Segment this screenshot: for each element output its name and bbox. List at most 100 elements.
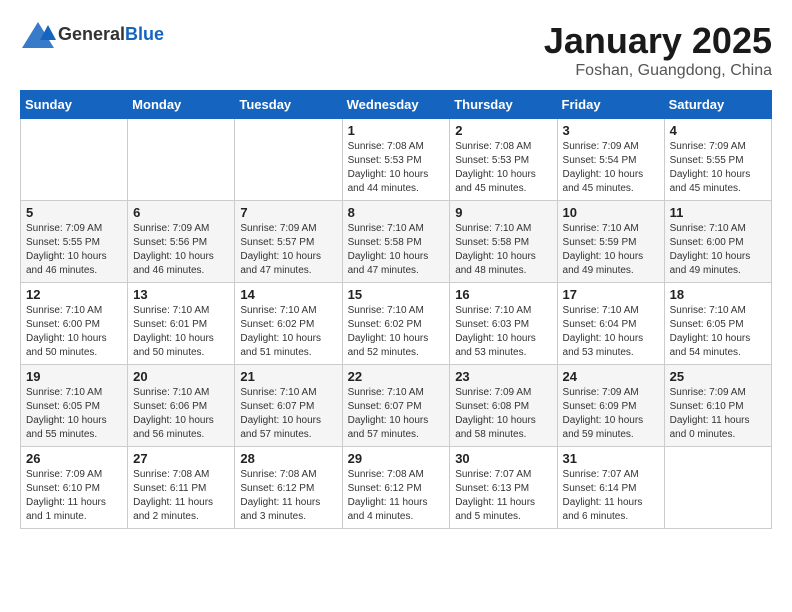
day-info: Sunrise: 7:10 AM Sunset: 6:01 PM Dayligh… — [133, 304, 229, 360]
day-info: Sunrise: 7:09 AM Sunset: 6:10 PM Dayligh… — [26, 468, 122, 524]
day-number: 13 — [133, 287, 229, 302]
calendar-cell: 7 Sunrise: 7:09 AM Sunset: 5:57 PM Daylig… — [235, 201, 342, 283]
day-info: Sunrise: 7:10 AM Sunset: 6:06 PM Dayligh… — [133, 386, 229, 442]
calendar-cell: 5Sunrise: 7:09 AM Sunset: 5:55 PM Daylig… — [21, 201, 128, 283]
calendar-cell: 8 Sunrise: 7:10 AM Sunset: 5:58 PM Daylig… — [342, 201, 450, 283]
day-info: Sunrise: 7:09 AM Sunset: 5:56 PM Dayligh… — [133, 222, 229, 278]
calendar-cell: 3 Sunrise: 7:09 AM Sunset: 5:54 PM Daylig… — [557, 119, 664, 201]
calendar-cell: 23Sunrise: 7:09 AM Sunset: 6:08 PM Dayli… — [450, 365, 557, 447]
weekday-header: Tuesday — [235, 91, 342, 119]
day-number: 24 — [563, 369, 659, 384]
calendar-cell: 17 Sunrise: 7:10 AM Sunset: 6:04 PM Dayli… — [557, 283, 664, 365]
logo-general: General — [58, 24, 125, 44]
logo-blue: Blue — [125, 24, 164, 44]
page-header: GeneralBlue January 2025 Foshan, Guangdo… — [20, 20, 772, 80]
day-info: Sunrise: 7:10 AM Sunset: 6:07 PM Dayligh… — [240, 386, 336, 442]
calendar-cell: 1 Sunrise: 7:08 AM Sunset: 5:53 PM Daylig… — [342, 119, 450, 201]
calendar-week-row: 1 Sunrise: 7:08 AM Sunset: 5:53 PM Daylig… — [21, 119, 772, 201]
day-info: Sunrise: 7:09 AM Sunset: 5:57 PM Dayligh… — [240, 222, 336, 278]
day-number: 26 — [26, 451, 122, 466]
day-info: Sunrise: 7:09 AM Sunset: 6:10 PM Dayligh… — [670, 386, 766, 442]
day-info: Sunrise: 7:10 AM Sunset: 6:00 PM Dayligh… — [26, 304, 122, 360]
weekday-header-row: SundayMondayTuesdayWednesdayThursdayFrid… — [21, 91, 772, 119]
day-number: 20 — [133, 369, 229, 384]
calendar-cell — [21, 119, 128, 201]
day-info: Sunrise: 7:10 AM Sunset: 6:00 PM Dayligh… — [670, 222, 766, 278]
logo-icon — [20, 20, 56, 50]
calendar-cell: 11 Sunrise: 7:10 AM Sunset: 6:00 PM Dayli… — [664, 201, 771, 283]
calendar-cell: 31Sunrise: 7:07 AM Sunset: 6:14 PM Dayli… — [557, 447, 664, 529]
calendar-week-row: 5Sunrise: 7:09 AM Sunset: 5:55 PM Daylig… — [21, 201, 772, 283]
day-info: Sunrise: 7:10 AM Sunset: 6:04 PM Dayligh… — [563, 304, 659, 360]
day-number: 12 — [26, 287, 122, 302]
day-number: 17 — [563, 287, 659, 302]
day-info: Sunrise: 7:10 AM Sunset: 6:05 PM Dayligh… — [670, 304, 766, 360]
day-info: Sunrise: 7:08 AM Sunset: 6:12 PM Dayligh… — [240, 468, 336, 524]
day-info: Sunrise: 7:10 AM Sunset: 5:58 PM Dayligh… — [348, 222, 445, 278]
calendar-cell: 13 Sunrise: 7:10 AM Sunset: 6:01 PM Dayli… — [128, 283, 235, 365]
calendar-cell: 10Sunrise: 7:10 AM Sunset: 5:59 PM Dayli… — [557, 201, 664, 283]
day-info: Sunrise: 7:08 AM Sunset: 6:12 PM Dayligh… — [348, 468, 445, 524]
day-number: 9 — [455, 205, 551, 220]
calendar-week-row: 19 Sunrise: 7:10 AM Sunset: 6:05 PM Dayli… — [21, 365, 772, 447]
day-number: 8 — [348, 205, 445, 220]
calendar-cell: 6 Sunrise: 7:09 AM Sunset: 5:56 PM Daylig… — [128, 201, 235, 283]
calendar-cell: 25 Sunrise: 7:09 AM Sunset: 6:10 PM Dayli… — [664, 365, 771, 447]
weekday-header: Friday — [557, 91, 664, 119]
day-info: Sunrise: 7:09 AM Sunset: 6:08 PM Dayligh… — [455, 386, 551, 442]
calendar-cell — [664, 447, 771, 529]
day-number: 16 — [455, 287, 551, 302]
day-number: 1 — [348, 123, 445, 138]
calendar-cell: 19 Sunrise: 7:10 AM Sunset: 6:05 PM Dayli… — [21, 365, 128, 447]
day-number: 2 — [455, 123, 551, 138]
day-info: Sunrise: 7:09 AM Sunset: 6:09 PM Dayligh… — [563, 386, 659, 442]
day-number: 31 — [563, 451, 659, 466]
weekday-header: Saturday — [664, 91, 771, 119]
day-number: 11 — [670, 205, 766, 220]
calendar-cell: 9 Sunrise: 7:10 AM Sunset: 5:58 PM Daylig… — [450, 201, 557, 283]
day-info: Sunrise: 7:08 AM Sunset: 5:53 PM Dayligh… — [348, 140, 445, 196]
weekday-header: Monday — [128, 91, 235, 119]
day-info: Sunrise: 7:09 AM Sunset: 5:55 PM Dayligh… — [670, 140, 766, 196]
weekday-header: Thursday — [450, 91, 557, 119]
calendar-cell: 28 Sunrise: 7:08 AM Sunset: 6:12 PM Dayli… — [235, 447, 342, 529]
calendar-cell: 16 Sunrise: 7:10 AM Sunset: 6:03 PM Dayli… — [450, 283, 557, 365]
day-number: 3 — [563, 123, 659, 138]
day-number: 27 — [133, 451, 229, 466]
calendar-cell: 20 Sunrise: 7:10 AM Sunset: 6:06 PM Dayli… — [128, 365, 235, 447]
day-info: Sunrise: 7:09 AM Sunset: 5:55 PM Dayligh… — [26, 222, 122, 278]
weekday-header: Wednesday — [342, 91, 450, 119]
day-number: 15 — [348, 287, 445, 302]
calendar-week-row: 12 Sunrise: 7:10 AM Sunset: 6:00 PM Dayli… — [21, 283, 772, 365]
calendar-cell: 27 Sunrise: 7:08 AM Sunset: 6:11 PM Dayli… — [128, 447, 235, 529]
month-title: January 2025 — [544, 20, 772, 62]
day-number: 30 — [455, 451, 551, 466]
calendar-cell: 21 Sunrise: 7:10 AM Sunset: 6:07 PM Dayli… — [235, 365, 342, 447]
title-block: January 2025 Foshan, Guangdong, China — [544, 20, 772, 80]
calendar-cell: 30Sunrise: 7:07 AM Sunset: 6:13 PM Dayli… — [450, 447, 557, 529]
calendar-cell: 26 Sunrise: 7:09 AM Sunset: 6:10 PM Dayli… — [21, 447, 128, 529]
day-number: 25 — [670, 369, 766, 384]
day-number: 21 — [240, 369, 336, 384]
day-info: Sunrise: 7:08 AM Sunset: 6:11 PM Dayligh… — [133, 468, 229, 524]
calendar-cell: 14Sunrise: 7:10 AM Sunset: 6:02 PM Dayli… — [235, 283, 342, 365]
day-info: Sunrise: 7:10 AM Sunset: 5:58 PM Dayligh… — [455, 222, 551, 278]
day-info: Sunrise: 7:10 AM Sunset: 6:03 PM Dayligh… — [455, 304, 551, 360]
location: Foshan, Guangdong, China — [544, 62, 772, 80]
day-number: 28 — [240, 451, 336, 466]
day-info: Sunrise: 7:09 AM Sunset: 5:54 PM Dayligh… — [563, 140, 659, 196]
calendar-cell: 22 Sunrise: 7:10 AM Sunset: 6:07 PM Dayli… — [342, 365, 450, 447]
calendar-cell — [235, 119, 342, 201]
logo: GeneralBlue — [20, 20, 164, 50]
day-number: 22 — [348, 369, 445, 384]
calendar-week-row: 26 Sunrise: 7:09 AM Sunset: 6:10 PM Dayli… — [21, 447, 772, 529]
day-info: Sunrise: 7:10 AM Sunset: 6:02 PM Dayligh… — [240, 304, 336, 360]
day-info: Sunrise: 7:10 AM Sunset: 5:59 PM Dayligh… — [563, 222, 659, 278]
day-number: 6 — [133, 205, 229, 220]
day-info: Sunrise: 7:08 AM Sunset: 5:53 PM Dayligh… — [455, 140, 551, 196]
day-info: Sunrise: 7:10 AM Sunset: 6:07 PM Dayligh… — [348, 386, 445, 442]
calendar-cell — [128, 119, 235, 201]
day-number: 7 — [240, 205, 336, 220]
day-number: 19 — [26, 369, 122, 384]
day-info: Sunrise: 7:10 AM Sunset: 6:05 PM Dayligh… — [26, 386, 122, 442]
